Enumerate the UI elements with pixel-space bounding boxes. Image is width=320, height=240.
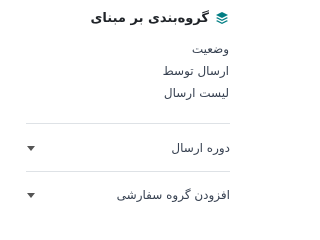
caret-down-icon: [26, 190, 36, 200]
group-by-panel: گروه‌بندی بر مبنای وضعیت ارسال توسط لیست…: [0, 0, 236, 230]
layers-icon: [215, 11, 229, 25]
group-by-header: گروه‌بندی بر مبنای: [91, 5, 230, 31]
sent-period-dropdown[interactable]: دوره ارسال: [26, 136, 230, 160]
add-custom-group-label: افزودن گروه سفارشی: [116, 188, 230, 202]
caret-down-icon-graphic: [27, 192, 35, 198]
group-by-title: گروه‌بندی بر مبنای: [90, 10, 210, 26]
layers-icon-graphic: [216, 12, 228, 24]
sent-period-label: دوره ارسال: [171, 141, 230, 155]
divider: [26, 171, 230, 172]
caret-down-icon-graphic: [27, 145, 35, 151]
add-custom-group-dropdown[interactable]: افزودن گروه سفارشی: [26, 183, 230, 207]
divider: [26, 123, 230, 124]
caret-down-icon: [26, 143, 36, 153]
group-option-mailing-list[interactable]: لیست ارسال: [164, 84, 229, 102]
group-option-sent-by[interactable]: ارسال توسط: [163, 62, 229, 80]
group-option-status[interactable]: وضعیت: [192, 40, 229, 58]
